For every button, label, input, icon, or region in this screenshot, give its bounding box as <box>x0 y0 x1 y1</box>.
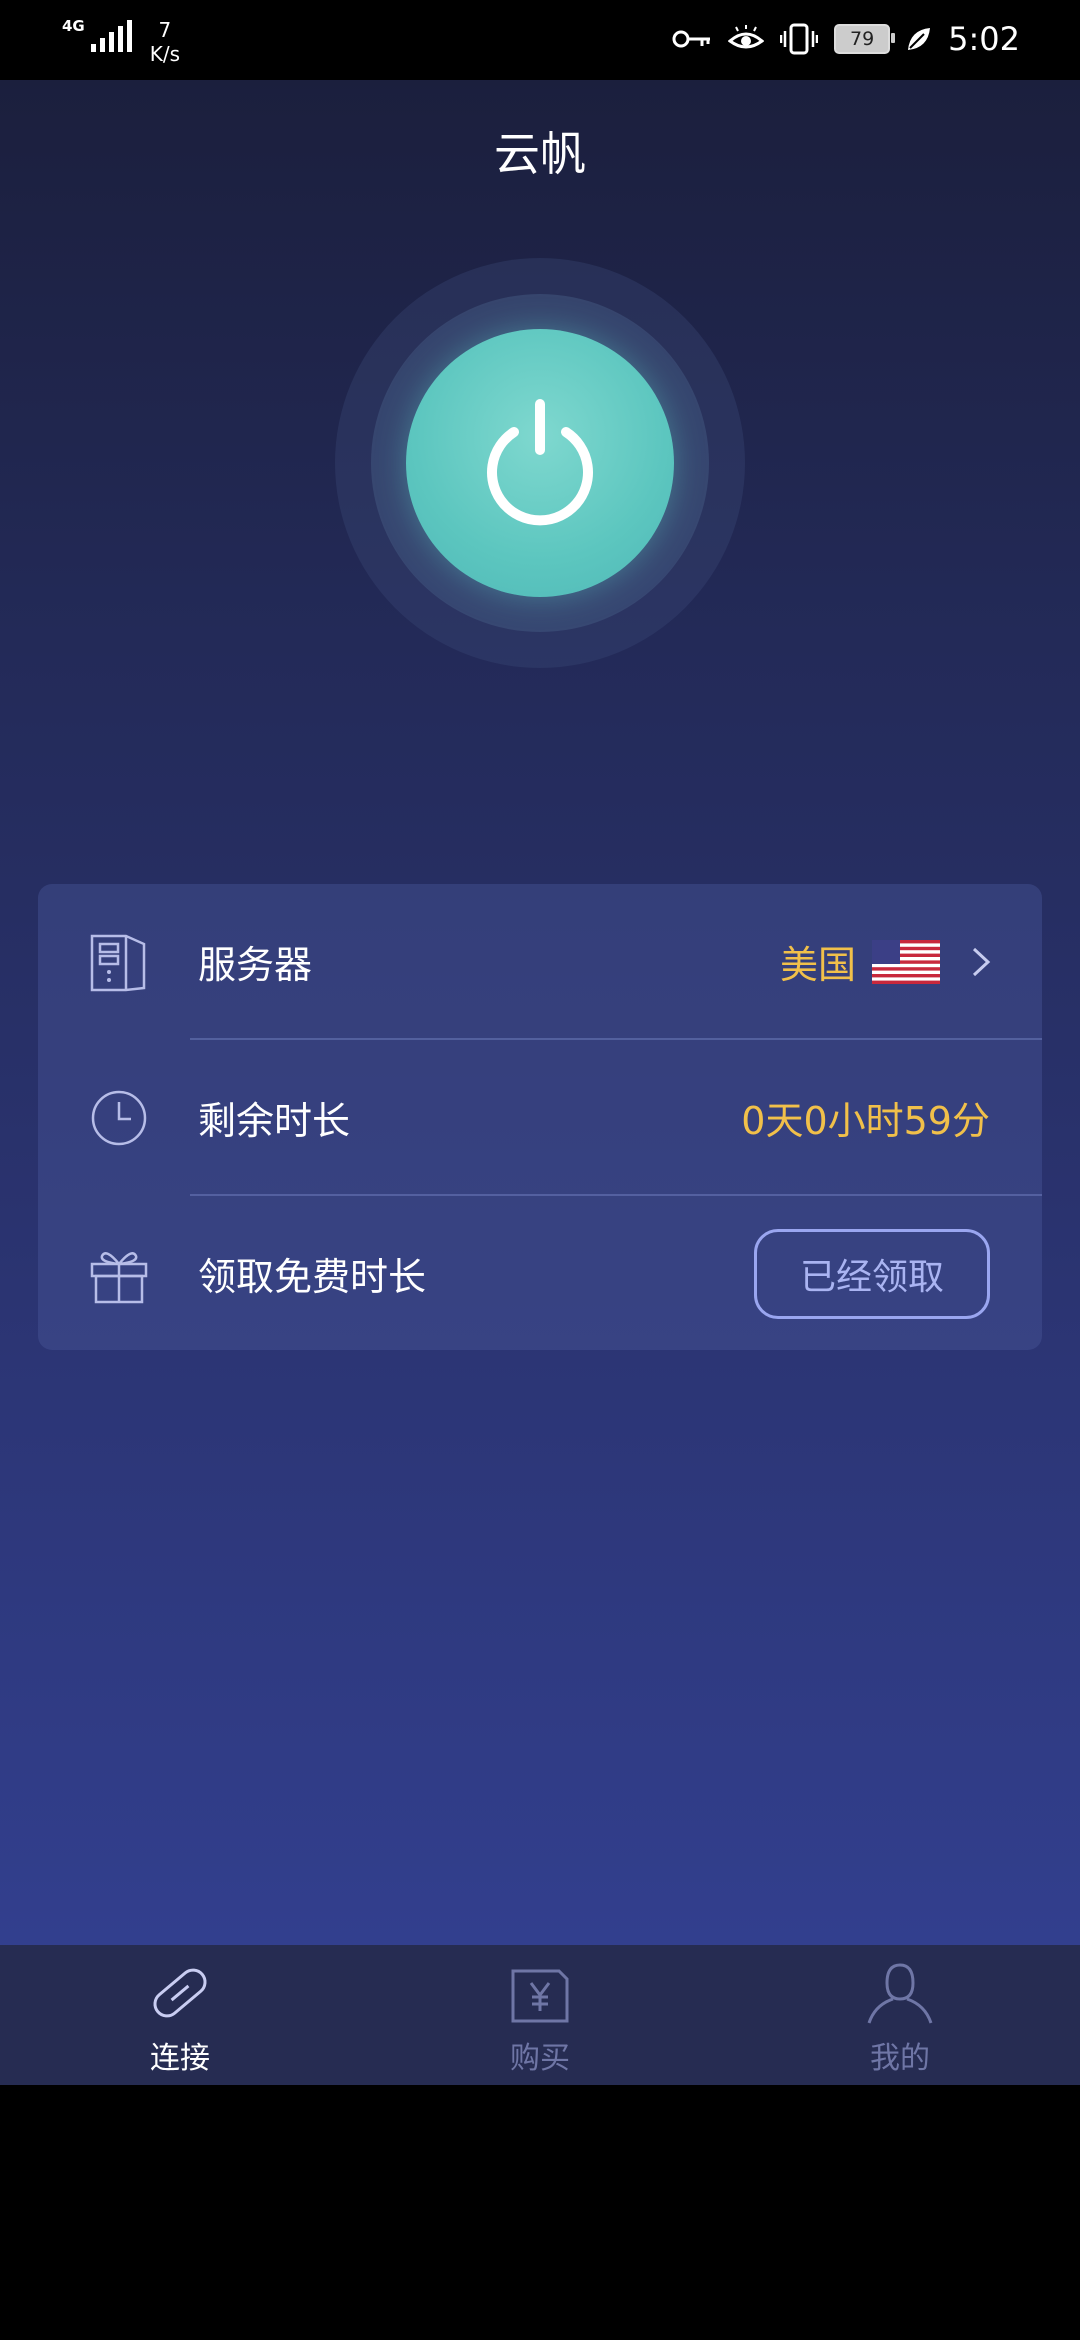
tab-mine[interactable]: 我的 <box>720 1945 1080 2085</box>
status-left: 4G 7 K/s <box>62 18 180 66</box>
free-time-label: 领取免费时长 <box>198 1255 427 1299</box>
chevron-right-icon <box>972 947 991 976</box>
network-type: 4G <box>62 17 85 35</box>
network-speed-unit: K/s <box>149 42 181 66</box>
tab-connect-label: 连接 <box>150 2041 210 2076</box>
tab-mine-label: 我的 <box>870 2041 930 2076</box>
server-icon <box>84 927 154 997</box>
battery-icon: 79 <box>834 24 896 54</box>
clock: 5:02 <box>948 20 1020 58</box>
server-row[interactable]: 服务器 美国 <box>38 884 1042 1039</box>
power-button[interactable] <box>406 329 674 597</box>
tab-buy-label: 购买 <box>510 2041 570 2076</box>
power-button-area <box>335 258 745 668</box>
remaining-time-label: 剩余时长 <box>198 1099 351 1143</box>
network-speed-value: 7 <box>158 18 172 42</box>
link-icon <box>153 1968 207 2018</box>
remaining-time-row: 剩余时长 0天0小时59分 <box>38 1040 1042 1195</box>
key-icon <box>672 30 711 48</box>
claimed-button[interactable]: 已经领取 <box>754 1228 990 1319</box>
us-flag-icon <box>872 939 940 984</box>
free-time-row: 领取免费时长 已经领取 <box>38 1196 1042 1351</box>
remaining-time-value: 0天0小时59分 <box>741 1099 990 1143</box>
server-country: 美国 <box>779 943 856 987</box>
server-value: 美国 <box>780 934 990 989</box>
user-icon <box>867 1963 933 2024</box>
info-card: 服务器 美国 剩余时长 0天0小时59分 领取免费时长 已经领取 <box>38 884 1042 1350</box>
server-label: 服务器 <box>198 943 313 987</box>
leaf-icon <box>908 28 931 50</box>
app-screen: 云帆 服务器 美国 剩余时长 0天0小时59分 领取免费时长 已经领取 <box>0 80 1080 1945</box>
gift-icon <box>84 1239 154 1309</box>
clock-icon <box>84 1083 154 1153</box>
status-bar: 4G 7 K/s 79 5:02 <box>0 0 1080 80</box>
signal-strength-icon <box>90 18 132 52</box>
battery-level: 79 <box>850 28 875 50</box>
eye-icon <box>728 25 765 49</box>
wallet-yen-icon <box>511 1969 569 2023</box>
tab-connect[interactable]: 连接 <box>0 1945 360 2085</box>
status-right: 79 5:02 <box>672 20 1020 58</box>
power-icon <box>487 399 593 526</box>
network-speed: 7 K/s <box>150 18 180 66</box>
tab-buy[interactable]: 购买 <box>360 1945 720 2085</box>
vibrate-icon <box>780 23 819 55</box>
bottom-tab-bar: 连接 购买 我的 <box>0 1945 1080 2085</box>
page-title: 云帆 <box>494 127 586 181</box>
